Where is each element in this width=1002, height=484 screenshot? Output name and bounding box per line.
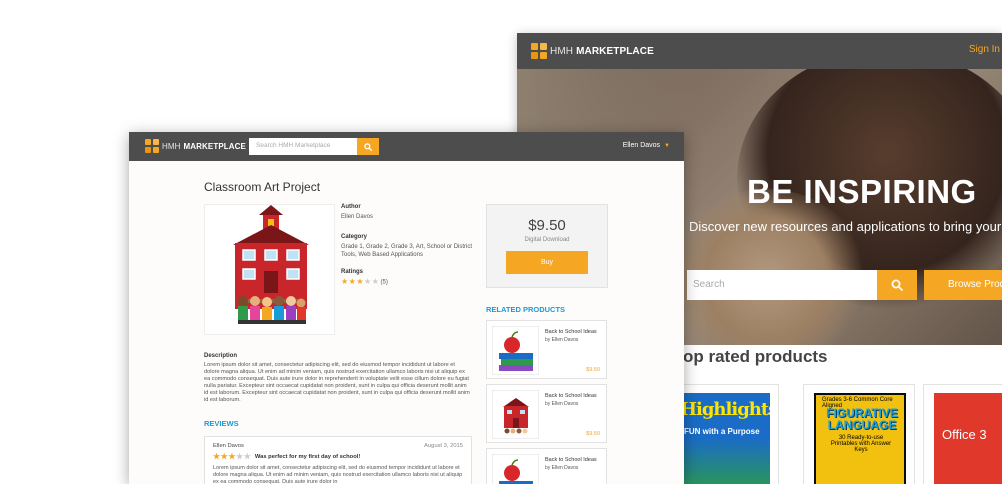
hero-search-button[interactable] [877, 270, 917, 300]
related-thumb [492, 390, 539, 439]
star-empty-icon: ★ [243, 452, 251, 461]
logo-name: MARKETPLACE [576, 45, 654, 57]
author-block: Author Ellen Davos [341, 204, 476, 221]
hero-title: BE INSPIRING [747, 173, 977, 210]
related-author: by Ellen Davos [545, 465, 578, 471]
rating-count: (5) [380, 279, 388, 286]
review-author: Ellen Davos [213, 443, 244, 449]
author-label: Author [341, 204, 361, 210]
apple-books-illustration [499, 331, 533, 371]
cover-title: FIGURATIVE LANGUAGE [826, 406, 898, 432]
home-logo[interactable]: HMH MARKETPLACE [531, 43, 654, 59]
product-card-office[interactable]: Office 3 [923, 384, 1002, 484]
apple-books-illustration [499, 459, 533, 484]
related-price: $9.50 [586, 367, 600, 373]
related-author: by Ellen Davos [545, 401, 578, 407]
star-empty-icon: ★ [236, 452, 244, 461]
related-title[interactable]: Back to School Ideas [545, 329, 597, 335]
cover-title: Highlights [680, 399, 770, 420]
product-cover-highlights: Highlights FUN with a Purpose [678, 393, 770, 484]
by-prefix: by [545, 465, 551, 471]
related-author-name: Ellen Davos [551, 465, 579, 471]
related-product-card[interactable]: Back to School Ideas by Ellen Davos $9.5… [486, 384, 607, 443]
hmh-logo-icon [531, 43, 547, 59]
home-navbar: HMH MARKETPLACE Sign In [517, 33, 1002, 69]
cover-subtitle: 30 Ready-to-use Printables with Answer K… [830, 435, 892, 453]
description-text: Lorem ipsum dolor sit amet, consectetur … [204, 362, 470, 403]
related-author-name: Ellen Davos [551, 401, 579, 407]
reviews-heading: REVIEWS [204, 419, 239, 428]
detail-search-input[interactable]: Search HMH Marketplace [249, 138, 357, 155]
product-cover-figurative-language: Grades 3-6 Common Core Aligned FIGURATIV… [814, 393, 906, 484]
product-image [204, 204, 335, 335]
product-card-figurative-language[interactable]: Grades 3-6 Common Core Aligned FIGURATIV… [803, 384, 915, 484]
cover-subtitle: FUN with a Purpose [684, 427, 760, 436]
ratings-label: Ratings [341, 269, 364, 275]
category-label: Category [341, 234, 368, 240]
review-headline-row: ★ ★ ★ ★ ★ Was perfect for my first day of sc… [213, 453, 463, 461]
product-title: Classroom Art Project [204, 180, 321, 194]
description-label: Description [204, 353, 238, 359]
rating-stars: ★ ★ ★ ★ ★ [341, 278, 379, 286]
logo-name: MARKETPLACE [183, 141, 246, 151]
logo-prefix: HMH [550, 45, 574, 57]
related-products-heading: RELATED PRODUCTS [486, 305, 566, 314]
by-prefix: by [545, 337, 551, 343]
logo-prefix: HMH [162, 141, 181, 151]
category-block: Category Grade 1, Grade 2, Grade 3, Art,… [341, 234, 476, 259]
related-author: by Ellen Davos [545, 337, 578, 343]
chevron-down-icon: ▼ [664, 143, 670, 149]
star-filled-icon: ★ [213, 452, 221, 461]
related-product-card[interactable]: Back to School Ideas by Ellen Davos [486, 448, 607, 484]
screenshot-stage: HMH MARKETPLACE Sign In BE INSPIRING Disc… [0, 0, 1002, 484]
signin-link[interactable]: Sign In [969, 44, 1000, 55]
hero-search-input[interactable]: Search [687, 270, 877, 300]
search-icon [364, 142, 372, 151]
review-body: Lorem ipsum dolor sit amet, consectetur … [213, 465, 463, 484]
related-price: $9.50 [586, 431, 600, 437]
star-filled-icon: ★ [348, 277, 356, 286]
hmh-logo-icon [145, 139, 159, 153]
schoolhouse-illustration [503, 398, 529, 434]
star-filled-icon: ★ [356, 277, 364, 286]
star-filled-icon: ★ [341, 277, 349, 286]
purchase-box: $9.50 Digital Download Buy [486, 204, 608, 288]
hero-subtitle: Discover new resources and applications … [689, 219, 1002, 234]
browse-products-button[interactable]: Browse Prod [924, 270, 1002, 300]
related-author-name: Ellen Davos [551, 337, 579, 343]
star-empty-icon: ★ [371, 277, 379, 286]
related-product-card[interactable]: Back to School Ideas by Ellen Davos $9.5… [486, 320, 607, 379]
top-rated-heading: op rated products [683, 347, 828, 366]
star-filled-icon: ★ [228, 452, 236, 461]
product-cover-office: Office 3 [934, 393, 1002, 484]
detail-logo[interactable]: HMH MARKETPLACE [145, 139, 246, 153]
ratings-block: Ratings ★ ★ ★ ★ ★ (5) [341, 269, 476, 287]
buy-button[interactable]: Buy [506, 251, 588, 274]
product-detail-window: HMH MARKETPLACE Search HMH Marketplace El… [129, 132, 684, 484]
review-header: Ellen Davos August 3, 2015 [213, 443, 463, 449]
related-thumb [492, 454, 539, 484]
review-date: August 3, 2015 [424, 443, 463, 449]
price: $9.50 [528, 217, 566, 234]
detail-search-button[interactable] [357, 138, 379, 155]
review-card: Ellen Davos August 3, 2015 ★ ★ ★ ★ ★ Was per… [204, 436, 472, 484]
category-value: Grade 1, Grade 2, Grade 3, Art, School o… [341, 244, 473, 258]
ratings-value: ★ ★ ★ ★ ★ (5) [341, 278, 476, 287]
star-empty-icon: ★ [364, 277, 372, 286]
related-title[interactable]: Back to School Ideas [545, 457, 597, 463]
author-value[interactable]: Ellen Davos [341, 213, 476, 221]
detail-navbar: HMH MARKETPLACE Search HMH Marketplace El… [129, 132, 684, 161]
search-icon [891, 279, 903, 291]
review-stars: ★ ★ ★ ★ ★ [213, 453, 251, 461]
schoolhouse-illustration [233, 205, 309, 324]
star-filled-icon: ★ [220, 452, 228, 461]
review-headline: Was perfect for my first day of school! [254, 454, 361, 460]
price-type: Digital Download [524, 237, 570, 243]
related-title[interactable]: Back to School Ideas [545, 393, 597, 399]
user-name: Ellen Davos [622, 142, 661, 149]
by-prefix: by [545, 401, 551, 407]
related-thumb [492, 326, 539, 375]
user-menu[interactable]: Ellen Davos ▼ [623, 142, 670, 149]
cover-title: Office 3 [942, 427, 987, 442]
